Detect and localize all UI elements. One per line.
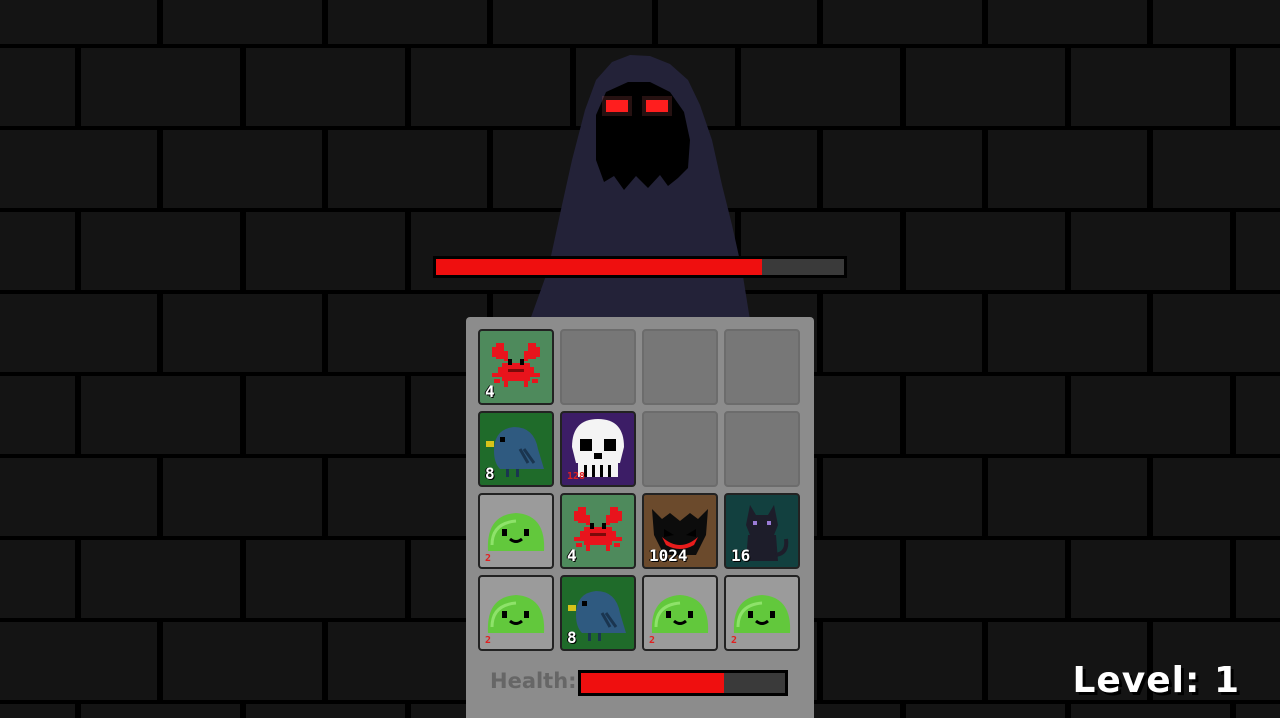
player-health-bar	[578, 670, 788, 696]
tile-value: 2	[485, 553, 492, 564]
board-panel: 4 8 128 2 4 1024 16 2 8 2 2 Health:	[466, 317, 814, 718]
tile-value: 4	[567, 546, 577, 565]
merge-grid: 4 8 128 2 4 1024 16 2 8 2 2	[478, 329, 800, 651]
tile-bird[interactable]: 8	[560, 575, 636, 651]
empty-slot[interactable]	[560, 329, 636, 405]
boss-health-fill	[436, 259, 763, 275]
empty-slot[interactable]	[642, 411, 718, 487]
tile-slime[interactable]: 2	[642, 575, 718, 651]
tile-value: 8	[485, 464, 495, 483]
tile-demon[interactable]: 1024	[642, 493, 718, 569]
boss-health-bar	[433, 256, 847, 278]
tile-slime[interactable]: 2	[478, 493, 554, 569]
health-label: Health:	[490, 669, 577, 693]
level-indicator: Level: 1	[1072, 660, 1240, 701]
tile-value: 16	[731, 546, 751, 565]
tile-crab[interactable]: 4	[560, 493, 636, 569]
tile-value: 2	[485, 635, 492, 646]
tile-crab[interactable]: 4	[478, 329, 554, 405]
player-health-fill	[581, 673, 724, 693]
empty-slot[interactable]	[724, 411, 800, 487]
tile-cat[interactable]: 16	[724, 493, 800, 569]
tile-bird[interactable]: 8	[478, 411, 554, 487]
tile-value: 1024	[649, 546, 688, 565]
tile-value: 4	[485, 382, 495, 401]
tile-value: 8	[567, 628, 577, 647]
tile-value: 128	[567, 471, 586, 482]
tile-slime[interactable]: 2	[724, 575, 800, 651]
game-screen: 4 8 128 2 4 1024 16 2 8 2 2 Health: Leve…	[0, 0, 1280, 718]
tile-slime[interactable]: 2	[478, 575, 554, 651]
empty-slot[interactable]	[724, 329, 800, 405]
tile-skull[interactable]: 128	[560, 411, 636, 487]
tile-value: 2	[731, 635, 738, 646]
empty-slot[interactable]	[642, 329, 718, 405]
tile-value: 2	[649, 635, 656, 646]
